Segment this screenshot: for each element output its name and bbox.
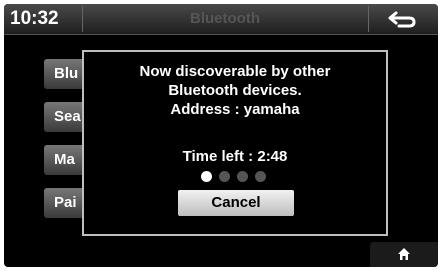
progress-dot-2 [219, 171, 230, 182]
back-arrow-icon [388, 11, 416, 28]
message-line-3: Address : yamaha [170, 101, 300, 118]
progress-dot-3 [237, 171, 248, 182]
dialog-message: Now discoverable by other Bluetooth devi… [84, 62, 386, 119]
progress-dot-1 [201, 171, 212, 182]
back-button[interactable] [368, 6, 435, 32]
message-line-2: Bluetooth devices. [168, 82, 302, 99]
discoverable-dialog: Now discoverable by other Bluetooth devi… [82, 50, 388, 236]
cancel-button[interactable]: Cancel [178, 190, 294, 216]
head-unit-display: 10:32 Bluetooth Blu Sea Ma Pai Now disco… [4, 4, 438, 267]
clock: 10:32 [10, 6, 83, 32]
progress-dot-4 [255, 171, 266, 182]
time-left-label: Time left : 2:48 [182, 148, 288, 165]
screen: 10:32 Bluetooth Blu Sea Ma Pai Now disco… [0, 0, 442, 271]
home-button[interactable] [370, 242, 438, 267]
message-line-1: Now discoverable by other [139, 63, 331, 80]
status-bar: 10:32 Bluetooth [4, 4, 438, 35]
home-icon [398, 248, 410, 260]
progress-dots [201, 171, 281, 183]
screen-title: Bluetooth [190, 10, 260, 27]
